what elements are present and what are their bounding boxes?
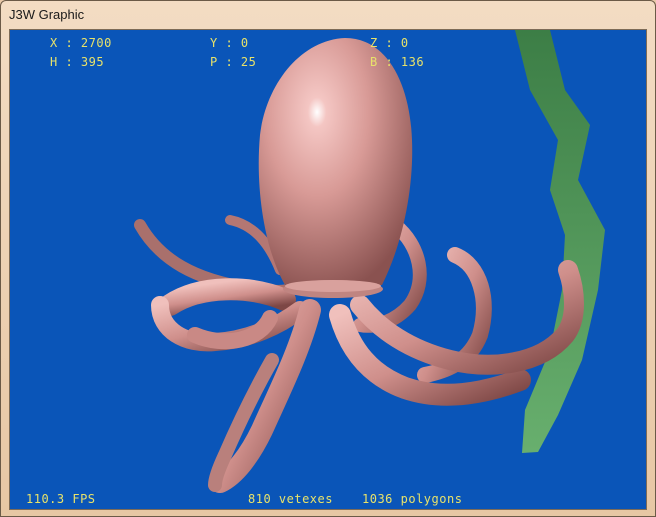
polygon-count: 1036 polygons (362, 492, 463, 506)
vertex-count: 810 vetexes (248, 492, 333, 506)
octopus-head (258, 38, 413, 285)
hud-b-value: B : 136 (370, 55, 425, 69)
hud-x-value: X : 2700 (50, 36, 112, 50)
hud-p-value: P : 25 (210, 55, 257, 69)
render-viewport[interactable]: X : 2700 Y : 0 Z : 0 H : 395 P : 25 B : … (9, 29, 647, 510)
hud-z-value: Z : 0 (370, 36, 409, 50)
3d-scene (134, 30, 605, 493)
seaweed (515, 30, 605, 453)
hud-h-value: H : 395 (50, 55, 105, 69)
fps-counter: 110.3 FPS (26, 492, 96, 506)
title-bar[interactable]: J3W Graphic (1, 1, 655, 29)
hud-y-value: Y : 0 (210, 36, 249, 50)
window-title: J3W Graphic (9, 7, 85, 22)
application-window: J3W Graphic X: 2700 Y: 0 Z: 0 H: 395… (0, 0, 656, 517)
